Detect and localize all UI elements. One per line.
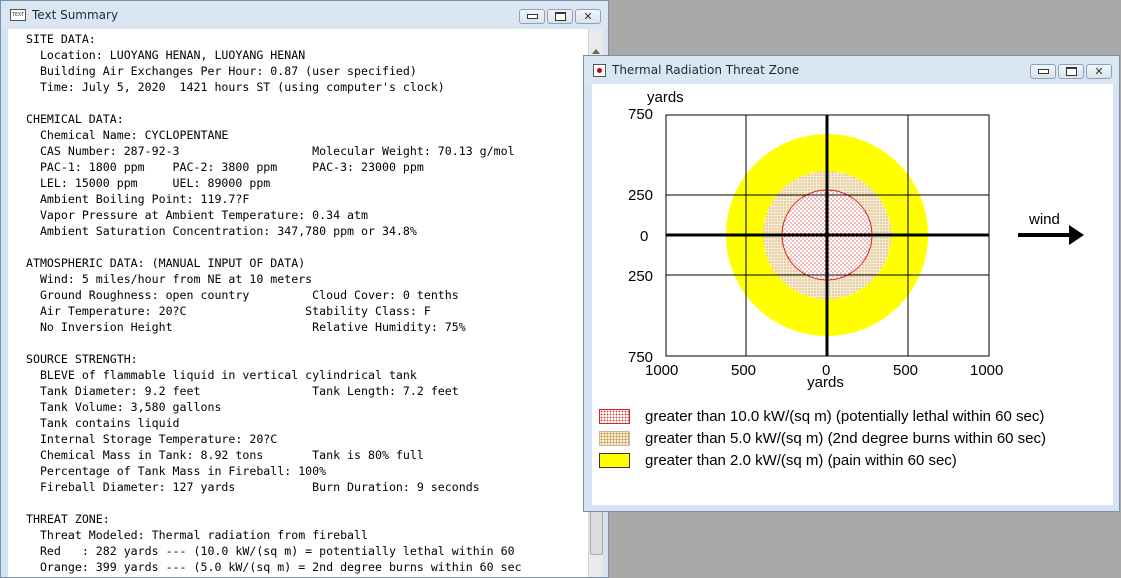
summary-line: Chemical Name: CYCLOPENTANE bbox=[39, 128, 229, 142]
summary-line: SOURCE STRENGTH: bbox=[25, 352, 138, 366]
summary-line: Ambient Saturation Concentration: 347,78… bbox=[39, 224, 417, 238]
minimize-icon bbox=[1037, 69, 1049, 74]
summary-line: Fireball Diameter: 127 yards Burn Durati… bbox=[39, 480, 480, 494]
legend-label: greater than 2.0 kW/(sq m) (pain within … bbox=[645, 451, 957, 469]
summary-line: ATMOSPHERIC DATA: (MANUAL INPUT OF DATA) bbox=[25, 256, 306, 270]
summary-line: CAS Number: 287-92-3 Molecular Weight: 7… bbox=[39, 144, 515, 158]
close-button[interactable]: ✕ bbox=[575, 9, 601, 24]
text-summary-window[interactable]: TEXT Text Summary ✕ SITE DATA: Location:… bbox=[0, 0, 609, 578]
y-tick-label: 750 bbox=[628, 106, 653, 123]
legend-swatch-orange bbox=[599, 430, 630, 446]
legend-swatch-yellow bbox=[599, 452, 630, 468]
summary-line: Location: LUOYANG HENAN, LUOYANG HENAN bbox=[39, 48, 306, 62]
y-tick-label: 0 bbox=[640, 228, 648, 245]
summary-line: BLEVE of flammable liquid in vertical cy… bbox=[39, 368, 417, 382]
legend-label: greater than 10.0 kW/(sq m) (potentially… bbox=[645, 407, 1045, 425]
summary-line: Internal Storage Temperature: 20?C bbox=[39, 432, 278, 446]
maximize-icon bbox=[1065, 67, 1077, 76]
y-tick-label: 250 bbox=[628, 268, 653, 285]
summary-line: Wind: 5 miles/hour from NE at 10 meters bbox=[39, 272, 313, 286]
summary-line: Orange: 399 yards --- (5.0 kW/(sq m) = 2… bbox=[39, 560, 522, 574]
close-icon: ✕ bbox=[1094, 65, 1104, 78]
maximize-button[interactable] bbox=[1058, 64, 1084, 79]
summary-line: Time: July 5, 2020 1421 hours ST (using … bbox=[39, 80, 445, 94]
minimize-icon bbox=[526, 14, 538, 19]
summary-line: Tank Volume: 3,580 gallons bbox=[39, 400, 222, 414]
summary-line: SITE DATA: bbox=[25, 32, 96, 46]
minimize-button[interactable] bbox=[1030, 64, 1056, 79]
summary-line: Ambient Boiling Point: 119.7?F bbox=[39, 192, 250, 206]
close-icon: ✕ bbox=[583, 10, 593, 23]
legend-label: greater than 5.0 kW/(sq m) (2nd degree b… bbox=[645, 429, 1047, 447]
summary-line: PAC-1: 1800 ppm PAC-2: 3800 ppm PAC-3: 2… bbox=[39, 160, 424, 174]
text-summary-titlebar[interactable]: TEXT Text Summary ✕ bbox=[1, 1, 608, 29]
summary-line: Threat Modeled: Thermal radiation from f… bbox=[39, 528, 369, 542]
legend-item-orange: greater than 5.0 kW/(sq m) (2nd degree b… bbox=[599, 427, 1046, 449]
threat-zone-plot: yards 750 250 0 250 750 1000 500 0 500 1… bbox=[592, 84, 1113, 505]
close-button[interactable]: ✕ bbox=[1086, 64, 1112, 79]
summary-line: Ground Roughness: open country Cloud Cov… bbox=[39, 288, 459, 302]
legend-item-red: greater than 10.0 kW/(sq m) (potentially… bbox=[599, 405, 1046, 427]
summary-line: No Inversion Height Relative Humidity: 7… bbox=[39, 320, 466, 334]
threat-zone-legend: greater than 10.0 kW/(sq m) (potentially… bbox=[599, 405, 1046, 471]
summary-text: SITE DATA: Location: LUOYANG HENAN, LUOY… bbox=[8, 29, 588, 575]
summary-line: Air Temperature: 20?C Stability Class: F bbox=[39, 304, 431, 318]
minimize-button[interactable] bbox=[519, 9, 545, 24]
text-summary-content[interactable]: SITE DATA: Location: LUOYANG HENAN, LUOY… bbox=[8, 29, 588, 577]
legend-item-yellow: greater than 2.0 kW/(sq m) (pain within … bbox=[599, 449, 1046, 471]
summary-line: Chemical Mass in Tank: 8.92 tons Tank is… bbox=[39, 448, 424, 462]
summary-line: Vapor Pressure at Ambient Temperature: 0… bbox=[39, 208, 369, 222]
threat-zone-map: yards 750 250 0 250 750 1000 500 0 500 1… bbox=[628, 89, 1084, 379]
summary-line: Percentage of Tank Mass in Fireball: 100… bbox=[39, 464, 327, 478]
window-title: Text Summary bbox=[32, 8, 119, 22]
maximize-button[interactable] bbox=[547, 9, 573, 24]
y-tick-label: 250 bbox=[628, 187, 653, 204]
wind-label: wind bbox=[1028, 211, 1060, 228]
wind-arrow-icon bbox=[1018, 225, 1084, 245]
scroll-up-arrow-icon[interactable] bbox=[592, 49, 600, 54]
summary-line: CHEMICAL DATA: bbox=[25, 112, 124, 126]
summary-line: Red : 282 yards --- (10.0 kW/(sq m) = po… bbox=[39, 544, 515, 558]
y-unit-label: yards bbox=[647, 89, 684, 106]
text-document-icon: TEXT bbox=[10, 9, 26, 21]
scroll-thumb[interactable] bbox=[590, 507, 603, 555]
summary-line: LEL: 15000 ppm UEL: 89000 ppm bbox=[39, 176, 271, 190]
threat-zone-window[interactable]: Thermal Radiation Threat Zone ✕ yards 75… bbox=[583, 55, 1120, 512]
maximize-icon bbox=[554, 12, 566, 21]
window-title: Thermal Radiation Threat Zone bbox=[612, 63, 800, 77]
summary-line: THREAT ZONE: bbox=[25, 512, 110, 526]
legend-swatch-red bbox=[599, 408, 630, 424]
x-unit-label: yards bbox=[807, 374, 844, 391]
summary-line: Tank contains liquid bbox=[39, 416, 180, 430]
threat-zone-titlebar[interactable]: Thermal Radiation Threat Zone ✕ bbox=[584, 56, 1119, 84]
summary-line: Tank Diameter: 9.2 feet Tank Length: 7.2… bbox=[39, 384, 459, 398]
summary-line: Building Air Exchanges Per Hour: 0.87 (u… bbox=[39, 64, 417, 78]
threat-zone-app-icon bbox=[593, 63, 606, 77]
